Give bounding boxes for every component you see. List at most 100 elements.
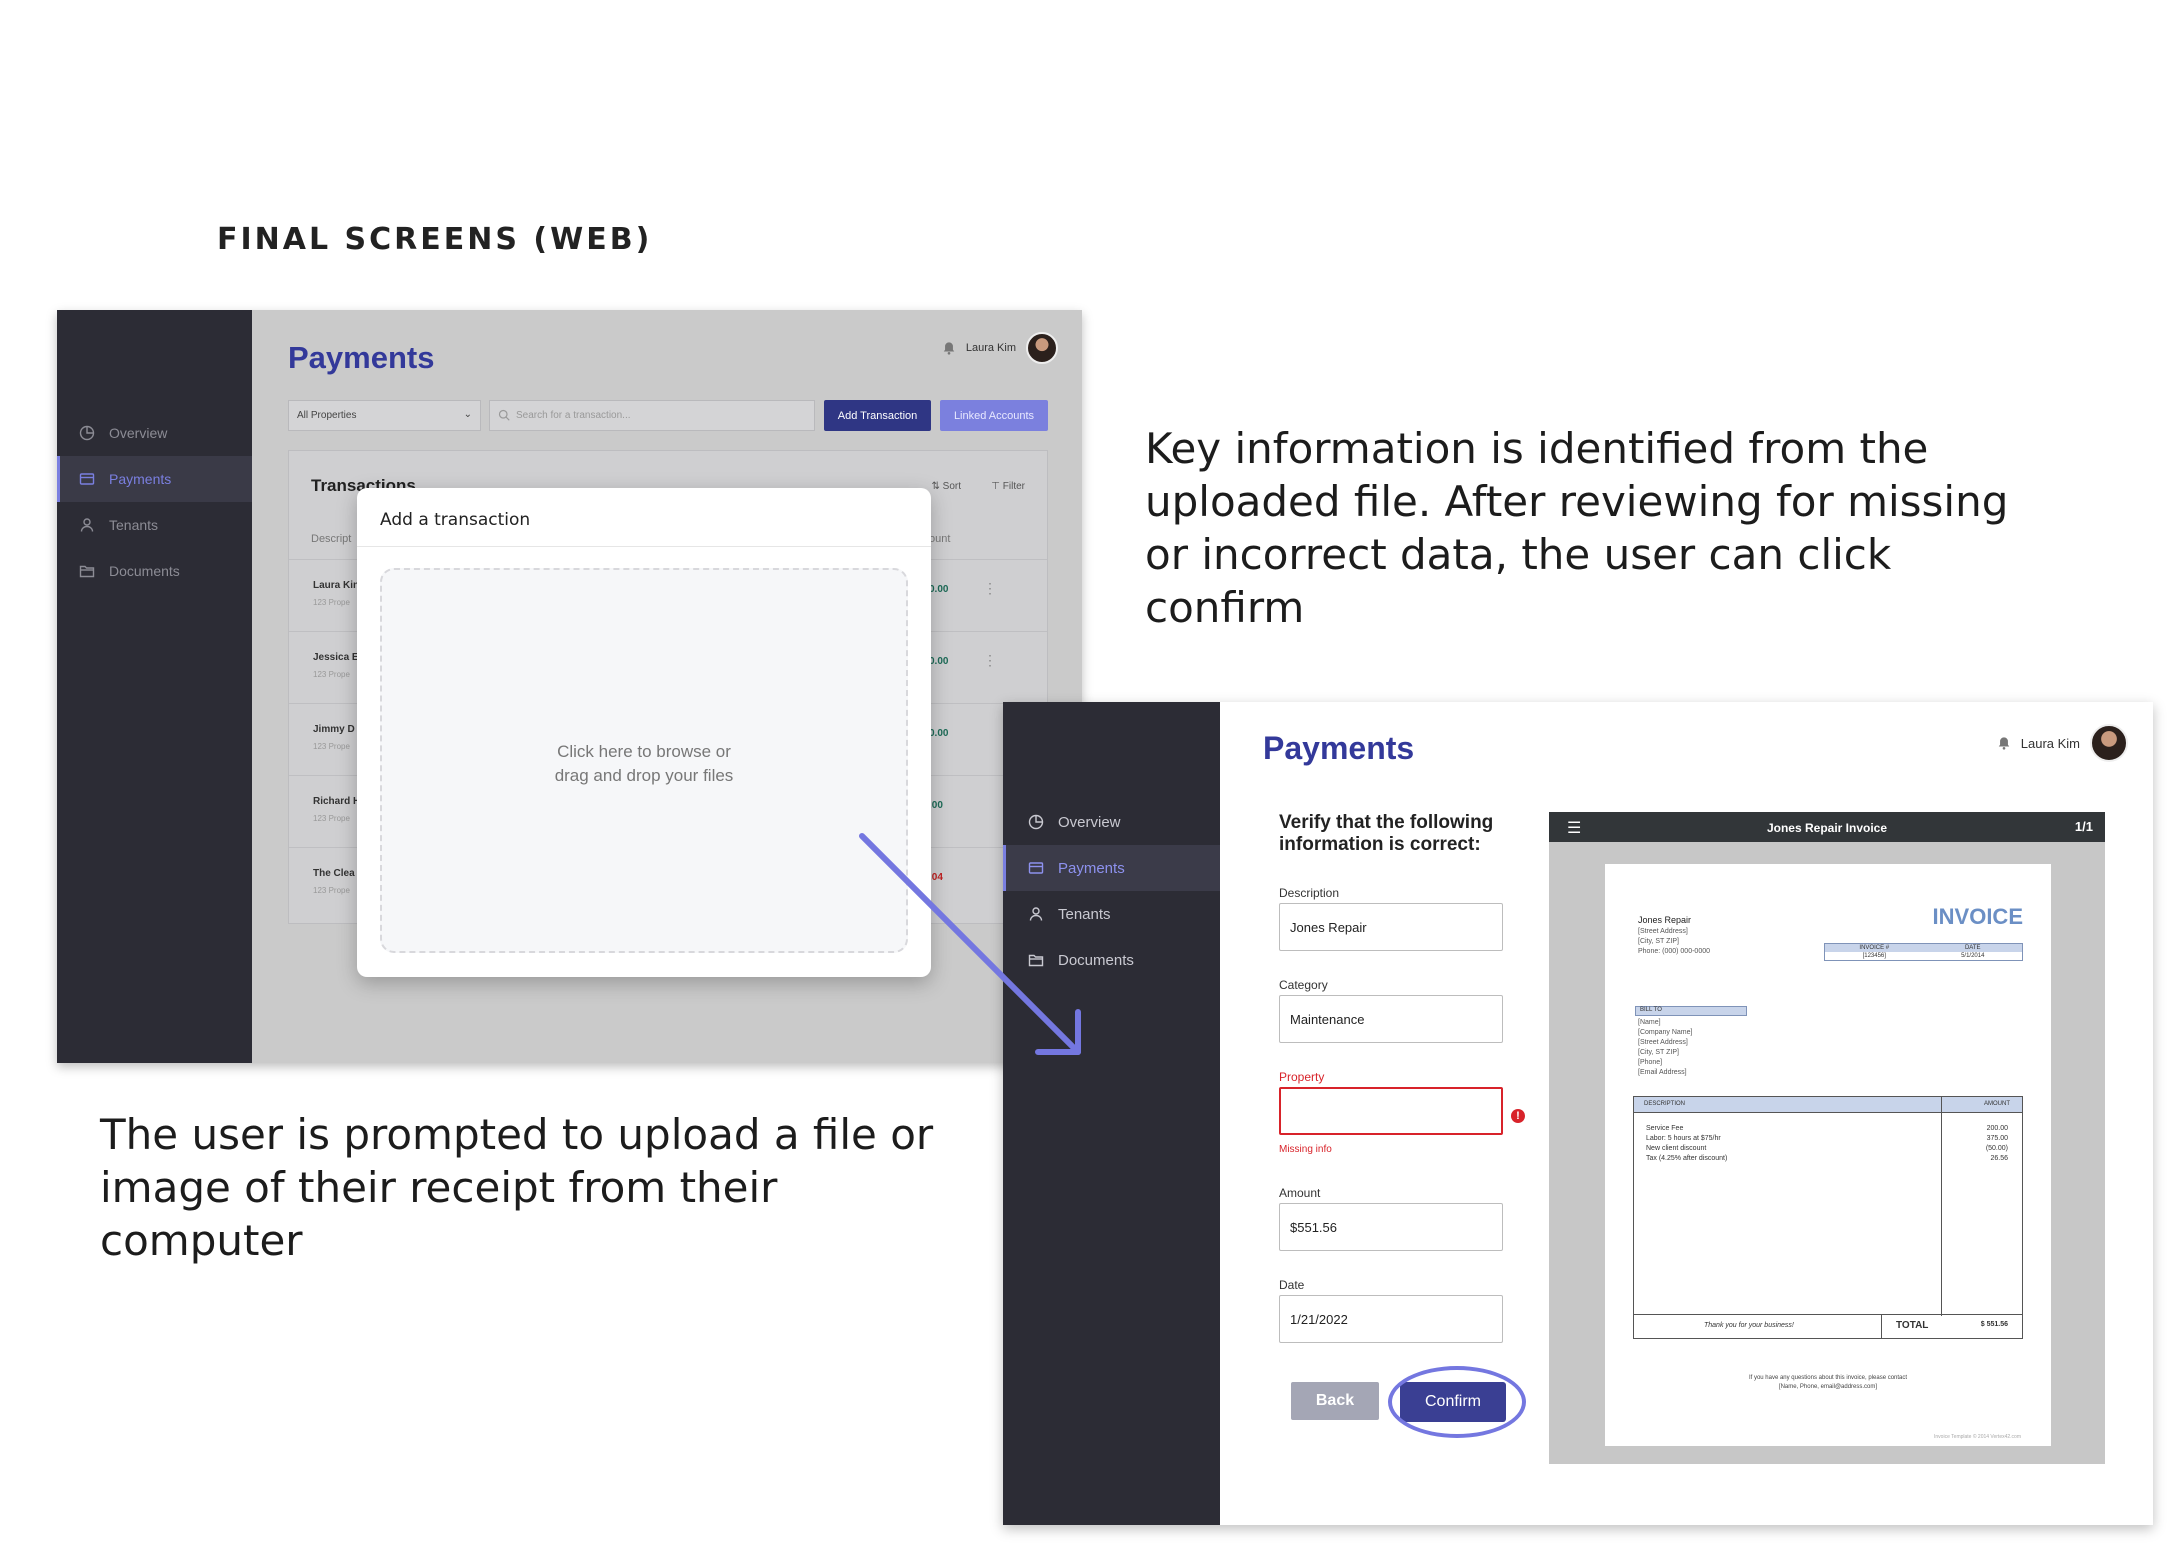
- invoice-footer: Invoice Template © 2014 Vertex42.com: [1934, 1434, 2021, 1440]
- sidebar-item-overview[interactable]: Overview: [57, 410, 252, 456]
- sidebar: Overview Payments Tenants Documents: [1003, 702, 1220, 1525]
- invoice-note-line: [Name, Phone, email@address.com]: [1778, 1384, 1878, 1390]
- items-amounts: 200.00 375.00 (50.00) 26.56: [1986, 1124, 2008, 1164]
- bill-line: [Name]: [1638, 1019, 1661, 1026]
- invoice-total-value: $ 551.56: [1980, 1321, 2008, 1328]
- row-name: Jimmy D: [313, 724, 355, 735]
- search-icon: [498, 409, 510, 421]
- sidebar-item-documents[interactable]: Documents: [57, 548, 252, 594]
- viewer-toolbar: ☰ Jones Repair Invoice 1/1: [1549, 812, 2105, 842]
- invoice-thanks: Thank you for your business!: [1704, 1322, 1794, 1329]
- verify-screen: Overview Payments Tenants Documents Paym…: [1003, 702, 2153, 1525]
- property-error-message: Missing info: [1279, 1144, 1332, 1155]
- sidebar-item-label: Tenants: [1058, 905, 1111, 923]
- back-button[interactable]: Back: [1291, 1382, 1379, 1420]
- items-descriptions: Service Fee Labor: 5 hours at $75/hr New…: [1646, 1124, 1727, 1164]
- bill-line: [Street Address]: [1638, 1039, 1688, 1046]
- column-header-amount: ount: [929, 533, 951, 545]
- add-transaction-button[interactable]: Add Transaction: [824, 400, 931, 431]
- meta-value: 5/1/2014: [1961, 953, 1985, 959]
- row-amount: 0.00: [929, 584, 949, 595]
- modal-title: Add a transaction: [380, 510, 531, 530]
- item-description: Service Fee: [1646, 1125, 1684, 1132]
- meta-header: INVOICE #: [1859, 945, 1890, 951]
- total-divider: [1881, 1315, 1882, 1338]
- sidebar-item-tenants[interactable]: Tenants: [57, 502, 252, 548]
- invoice-page: Jones Repair [Street Address] [City, ST …: [1605, 864, 2051, 1446]
- more-options-icon[interactable]: ⋮: [983, 580, 997, 597]
- sidebar-item-payments[interactable]: Payments: [1003, 845, 1220, 891]
- search-input[interactable]: Search for a transaction...: [489, 400, 815, 431]
- upload-screen: Overview Payments Tenants Documents Paym…: [57, 310, 1082, 1063]
- sidebar-item-payments[interactable]: Payments: [57, 456, 252, 502]
- invoice-items-table: DESCRIPTION AMOUNT Service Fee Labor: 5 …: [1633, 1096, 2023, 1339]
- sidebar-item-label: Tenants: [109, 517, 159, 533]
- sort-button[interactable]: ⇅ Sort: [931, 481, 961, 492]
- items-header-description: DESCRIPTION: [1644, 1101, 1686, 1107]
- category-field[interactable]: Maintenance: [1279, 995, 1503, 1043]
- filter-button[interactable]: ⊤ Filter: [991, 481, 1025, 492]
- user-icon: [1029, 907, 1043, 921]
- sidebar-item-label: Payments: [1058, 859, 1125, 877]
- modal-divider: [357, 546, 931, 547]
- sidebar-item-label: Payments: [109, 471, 172, 487]
- user-name: Laura Kim: [2020, 735, 2080, 751]
- avatar[interactable]: [2090, 724, 2128, 762]
- item-amount: (50.00): [1985, 1145, 2008, 1152]
- caption-right: Key information is identified from the u…: [1145, 424, 2009, 632]
- folder-icon: [79, 565, 95, 578]
- row-name: The Clea: [313, 868, 355, 879]
- invoice-heading: INVOICE: [1932, 904, 2023, 929]
- more-options-icon[interactable]: ⋮: [983, 652, 997, 669]
- bell-icon[interactable]: [1997, 736, 2011, 750]
- address-line: Phone: (000) 000-0000: [1638, 948, 1710, 955]
- sidebar-nav: Overview Payments Tenants Documents: [1003, 799, 1220, 983]
- invoice-note-line: If you have any questions about this inv…: [1748, 1375, 1908, 1381]
- viewer-title: Jones Repair Invoice: [1766, 821, 1888, 835]
- bill-line: [Email Address]: [1638, 1069, 1687, 1076]
- linked-accounts-button[interactable]: Linked Accounts: [940, 400, 1048, 431]
- section-heading: FINAL SCREENS (WEB): [217, 222, 653, 257]
- sidebar: Overview Payments Tenants Documents: [57, 310, 252, 1063]
- amount-field[interactable]: $551.56: [1279, 1203, 1503, 1251]
- item-amount: 200.00: [1986, 1125, 2008, 1132]
- bill-to-lines: [Name] [Company Name] [Street Address] […: [1638, 1018, 1692, 1078]
- caption-left: The user is prompted to upload a file or…: [100, 1110, 934, 1265]
- credit-card-icon: [1028, 862, 1044, 874]
- avatar[interactable]: [1026, 332, 1058, 364]
- sidebar-item-tenants[interactable]: Tenants: [1003, 891, 1220, 937]
- file-dropzone[interactable]: Click here to browse or drag and drop yo…: [380, 568, 908, 953]
- bell-icon[interactable]: [942, 341, 956, 355]
- property-field[interactable]: [1279, 1087, 1503, 1135]
- invoice-address: [Street Address] [City, ST ZIP] Phone: (…: [1638, 927, 1710, 957]
- verify-heading: Verify that the following information is…: [1279, 812, 1494, 855]
- property-select[interactable]: All Properties ⌄: [288, 400, 481, 431]
- row-amount: .00: [929, 800, 943, 811]
- column-header-description: Descript: [311, 533, 352, 545]
- date-field[interactable]: 1/21/2022: [1279, 1295, 1503, 1343]
- row-amount: 0.00: [929, 656, 949, 667]
- property-select-value: All Properties: [297, 410, 357, 421]
- item-amount: 375.00: [1986, 1135, 2008, 1142]
- date-label: Date: [1279, 1278, 1305, 1292]
- description-field[interactable]: Jones Repair: [1279, 903, 1503, 951]
- user-menu[interactable]: Laura Kim: [1997, 724, 2128, 762]
- dropzone-line-2: drag and drop your files: [554, 766, 734, 785]
- item-amount: 26.56: [1990, 1155, 2008, 1162]
- row-address: 123 Prope: [313, 598, 350, 607]
- filter-label: Filter: [1002, 481, 1025, 492]
- sidebar-item-label: Overview: [109, 425, 168, 441]
- invoice-meta-table: INVOICE # DATE [123456] 5/1/2014: [1824, 943, 2023, 961]
- user-menu[interactable]: Laura Kim: [942, 332, 1058, 364]
- items-header-amount: AMOUNT: [1984, 1101, 2010, 1107]
- row-amount: .04: [929, 872, 943, 883]
- items-footer: Thank you for your business! TOTAL $ 551…: [1634, 1314, 2022, 1338]
- sidebar-item-label: Documents: [1058, 951, 1134, 969]
- sidebar-item-overview[interactable]: Overview: [1003, 799, 1220, 845]
- dropzone-text: Click here to browse or drag and drop yo…: [382, 740, 906, 788]
- bill-line: [City, ST ZIP]: [1638, 1049, 1679, 1056]
- meta-header: DATE: [1964, 945, 1981, 951]
- sidebar-item-documents[interactable]: Documents: [1003, 937, 1220, 983]
- row-address: 123 Prope: [313, 742, 350, 751]
- description-label: Description: [1279, 886, 1340, 900]
